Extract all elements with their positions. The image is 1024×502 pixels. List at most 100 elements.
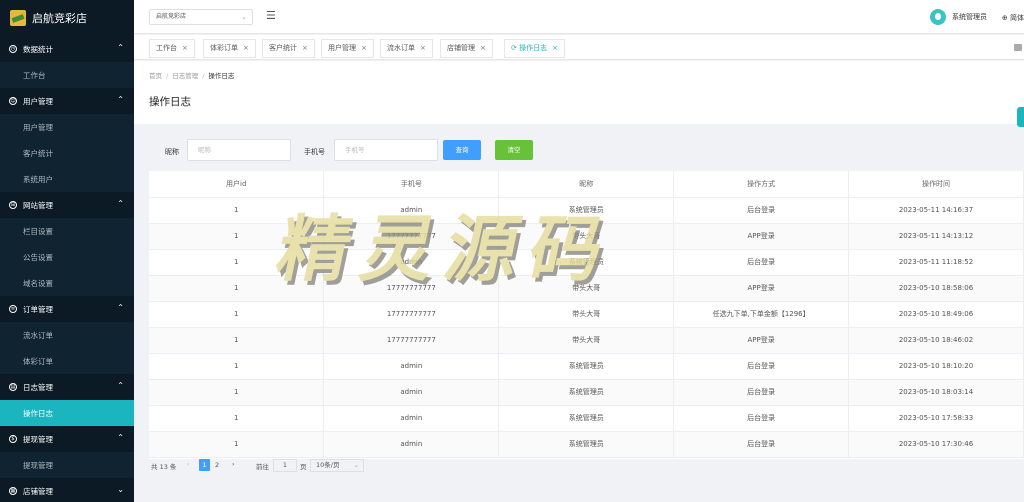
table-cell: 带头大哥 [498, 327, 675, 354]
avatar [930, 9, 946, 25]
close-icon[interactable]: × [361, 44, 367, 52]
language-switch[interactable]: ⊕ 简体 [1002, 13, 1024, 23]
menu-group-icon: ☺ [9, 97, 17, 105]
page-unit-label: 页 [300, 463, 307, 471]
breadcrumb-separator: / [166, 72, 169, 80]
table-row: 1 17777777777 带头大哥 APP登录 2023-05-10 18:46:02 [149, 327, 1024, 354]
close-icon[interactable]: × [182, 44, 188, 52]
chevron-up-icon: ⌃ [117, 95, 124, 104]
table-cell: 2023-05-10 18:03:14 [848, 379, 1024, 406]
close-icon[interactable]: × [552, 44, 558, 52]
globe-icon: ⊕ [1001, 14, 1008, 22]
breadcrumb-current: 操作日志 [208, 72, 235, 80]
nickname-input[interactable]: 昵称 [187, 139, 291, 161]
goto-input[interactable]: 1 [273, 459, 297, 472]
app-logo[interactable]: 启航竞彩店 [0, 0, 134, 36]
table-cell: APP登录 [673, 223, 850, 250]
prev-page-icon[interactable]: ‹ [187, 460, 190, 468]
sidebar-item[interactable]: 公告设置 [0, 244, 134, 270]
user-name: 系统管理员 [952, 13, 987, 21]
tab[interactable]: 店铺管理 × [440, 39, 493, 58]
sidebar-item[interactable]: 流水订单 [0, 322, 134, 348]
close-icon[interactable]: × [480, 44, 486, 52]
tab[interactable]: ⟳ 操作日志 × [504, 39, 565, 58]
sidebar-group[interactable]: ▤ 日志管理 ⌃ [0, 374, 134, 400]
sidebar-item[interactable]: 栏目设置 [0, 218, 134, 244]
pagination: 共 13 条 ‹ 1 2 › 前往 1 页 10条/页 ⌄ [149, 459, 1024, 473]
sidebar: 启航竞彩店 ◷ 数据统计 ⌃ 工作台 ☺ 用户管理 ⌃ 用户管理 客户统计 系统用户 ⊞ 网站管理 ⌃ 栏… [0, 0, 134, 502]
sidebar-group[interactable]: ▦ 店铺管理 ⌄ [0, 478, 134, 502]
sidebar-group-label: 日志管理 [23, 382, 53, 392]
table-cell: 1 [149, 327, 325, 354]
table-cell: 后台登录 [673, 405, 850, 432]
page-2[interactable]: 2 [215, 461, 219, 469]
next-page-icon[interactable]: › [232, 460, 235, 468]
table-row: 1 admin 系统管理员 后台登录 2023-05-10 18:03:14 [149, 379, 1024, 406]
table-cell: 2023-05-11 14:16:37 [848, 197, 1024, 224]
chevron-down-icon: ⌄ [353, 461, 359, 469]
sidebar-group-label: 网站管理 [23, 200, 53, 210]
breadcrumb-home[interactable]: 首页 [149, 72, 162, 80]
table-cell: 2023-05-10 18:46:02 [848, 327, 1024, 354]
table-cell: APP登录 [673, 275, 850, 302]
search-button[interactable]: 查询 [443, 140, 481, 160]
sidebar-group[interactable]: ≡ 订单管理 ⌃ [0, 296, 134, 322]
page-size-value: 10条/页 [316, 461, 340, 469]
tab[interactable]: 体彩订单 × [203, 39, 256, 58]
page-title: 操作日志 [149, 96, 191, 108]
sidebar-item[interactable]: 工作台 [0, 62, 134, 88]
table-cell: 17777777777 [323, 301, 500, 328]
tab-label: 用户管理 [328, 44, 356, 52]
shop-select[interactable]: 启航竞彩店 ⌄ [149, 9, 253, 25]
sidebar-group[interactable]: ⊞ 网站管理 ⌃ [0, 192, 134, 218]
tab-label: 工作台 [156, 44, 177, 52]
tab[interactable]: 工作台 × [149, 39, 195, 58]
table-cell: 2023-05-11 11:18:52 [848, 249, 1024, 276]
table-row: 1 admin 系统管理员 后台登录 2023-05-10 18:10:20 [149, 353, 1024, 380]
sidebar-item[interactable]: 系统用户 [0, 166, 134, 192]
table-cell: admin [323, 379, 500, 406]
sidebar-item[interactable]: 用户管理 [0, 114, 134, 140]
table-row: 1 17777777777 带头大哥 任选九下单,下单金额【1296】 2023-05-… [149, 301, 1024, 328]
close-icon[interactable]: × [302, 44, 308, 52]
table-cell: admin [323, 431, 500, 458]
table-cell: 系统管理员 [498, 405, 675, 432]
close-icon[interactable]: × [420, 44, 426, 52]
page-size-select[interactable]: 10条/页 ⌄ [310, 459, 364, 472]
sidebar-item[interactable]: 体彩订单 [0, 348, 134, 374]
clear-button[interactable]: 清空 [495, 140, 533, 160]
user-menu[interactable]: 系统管理员 [930, 9, 987, 25]
sidebar-group-label: 数据统计 [23, 44, 53, 54]
chevron-up-icon: ⌃ [117, 381, 124, 390]
sidebar-item[interactable]: 客户统计 [0, 140, 134, 166]
lock-icon[interactable] [1014, 44, 1022, 51]
sidebar-group[interactable]: ☺ 用户管理 ⌃ [0, 88, 134, 114]
page-1[interactable]: 1 [199, 459, 210, 471]
table-cell: 后台登录 [673, 379, 850, 406]
column-header: 操作方式 [673, 171, 850, 198]
chevron-down-icon: ⌄ [241, 13, 247, 21]
sidebar-item[interactable]: 操作日志 [0, 400, 134, 426]
menu-group-icon: ▤ [9, 383, 17, 391]
chevron-up-icon: ⌃ [117, 433, 124, 442]
phone-input[interactable]: 手机号 [334, 139, 438, 161]
sidebar-group[interactable]: $ 提现管理 ⌃ [0, 426, 134, 452]
table-cell: 1 [149, 353, 325, 380]
tab-label: 客户统计 [269, 44, 297, 52]
menu-fold-icon[interactable]: ☰ [266, 9, 278, 22]
sidebar-item[interactable]: 提现管理 [0, 452, 134, 478]
tab[interactable]: 流水订单 × [380, 39, 433, 58]
logo-icon [10, 10, 26, 26]
close-icon[interactable]: × [243, 44, 249, 52]
sidebar-item[interactable]: 域名设置 [0, 270, 134, 296]
sidebar-group[interactable]: ◷ 数据统计 ⌃ [0, 36, 134, 62]
chevron-up-icon: ⌃ [117, 199, 124, 208]
tab[interactable]: 客户统计 × [262, 39, 315, 58]
menu-group-icon: $ [9, 435, 17, 443]
tab[interactable]: 用户管理 × [321, 39, 374, 58]
menu-group-icon: ≡ [9, 305, 17, 313]
menu-group-icon: ▦ [9, 487, 17, 495]
tab-label: 店铺管理 [447, 44, 475, 52]
sidebar-group-label: 用户管理 [23, 96, 53, 106]
breadcrumb-section[interactable]: 日志管理 [172, 72, 198, 80]
